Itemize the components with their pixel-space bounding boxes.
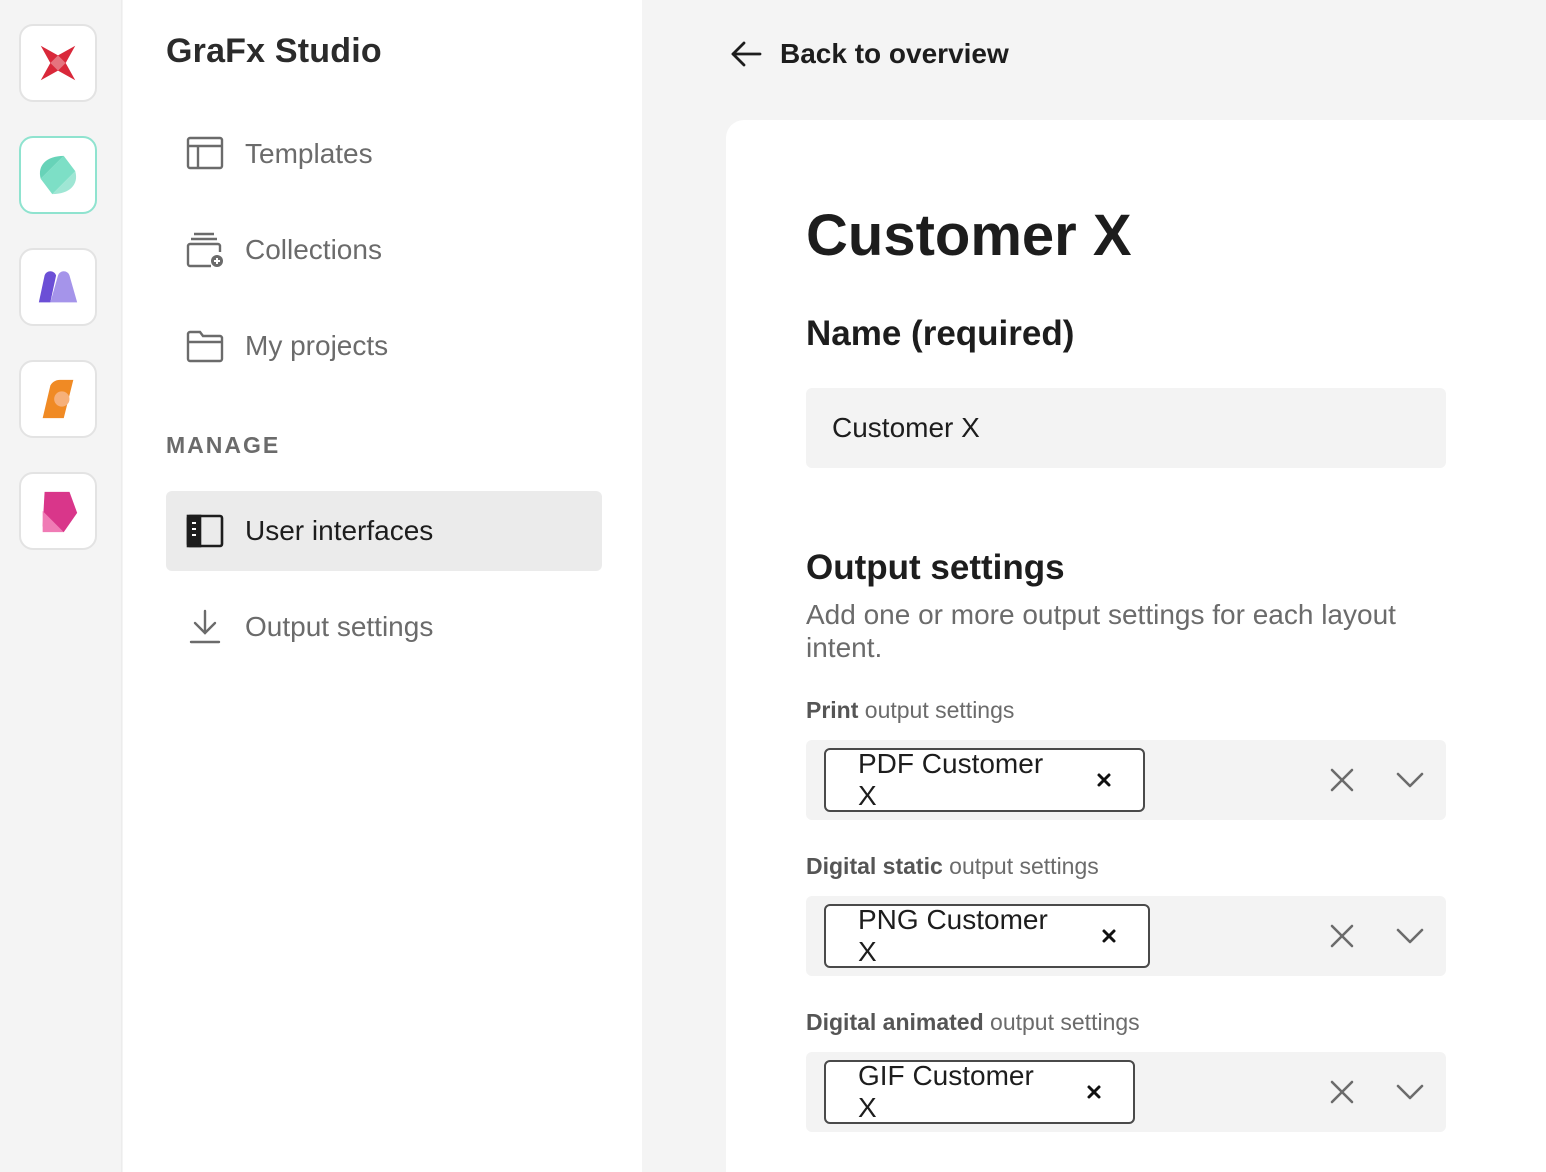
chip-label: PNG Customer X [858, 904, 1048, 967]
arrow-left-icon [731, 41, 762, 67]
back-label: Back to overview [780, 38, 1009, 69]
sidebar-item-collections[interactable]: Collections [166, 210, 602, 290]
chili-star-icon [40, 45, 76, 81]
app-switch-chili[interactable] [19, 24, 97, 102]
user-interface-icon [185, 511, 225, 551]
chevron-down-icon[interactable] [1392, 762, 1428, 798]
sidebar-item-output-settings[interactable]: Output settings [166, 587, 602, 667]
sidebar-item-label: User interfaces [245, 515, 434, 546]
purple-app-icon [38, 271, 78, 303]
output-settings-description: Add one or more output settings for each… [806, 599, 1396, 663]
pink-app-icon [42, 491, 78, 533]
label-bold: Print [806, 697, 859, 723]
digital-static-field-label: Digital static output settings [806, 853, 1099, 880]
back-to-overview-link[interactable]: Back to overview [728, 36, 1009, 72]
output-settings-heading: Output settings [806, 548, 1065, 587]
sidebar-item-label: Output settings [245, 611, 434, 642]
label-rest: output settings [942, 853, 1099, 879]
detail-card: Customer X Name (required) Output settin… [726, 120, 1546, 1172]
app-switch-grafx-studio[interactable] [19, 136, 97, 214]
sidebar-item-my-projects[interactable]: My projects [166, 306, 602, 386]
selected-chip: PNG Customer X [824, 904, 1150, 968]
selected-chip: GIF Customer X [824, 1060, 1135, 1124]
clear-icon[interactable] [1324, 1074, 1360, 1110]
digital-animated-output-select[interactable]: GIF Customer X [806, 1052, 1446, 1132]
page-title: Customer X [806, 203, 1132, 268]
clear-icon[interactable] [1324, 762, 1360, 798]
chip-remove-icon[interactable] [1096, 771, 1113, 789]
sidebar-item-templates[interactable]: Templates [166, 114, 602, 194]
print-field-label: Print output settings [806, 697, 1014, 724]
manage-heading: MANAGE [166, 432, 281, 458]
app-rail [0, 0, 122, 1172]
chip-remove-icon[interactable] [1100, 927, 1118, 945]
name-input[interactable] [806, 388, 1446, 468]
digital-static-output-select[interactable]: PNG Customer X [806, 896, 1446, 976]
app-switch-orange[interactable] [19, 360, 97, 438]
selected-chip: PDF Customer X [824, 748, 1145, 812]
label-bold: Digital animated [806, 1009, 984, 1035]
sidebar-item-label: My projects [245, 330, 389, 361]
label-bold: Digital static [806, 853, 943, 879]
label-rest: output settings [983, 1009, 1140, 1035]
grafx-studio-icon [39, 155, 77, 195]
app-switch-pink[interactable] [19, 472, 97, 550]
orange-app-icon [42, 379, 74, 419]
templates-icon [185, 134, 225, 174]
chevron-down-icon[interactable] [1392, 1074, 1428, 1110]
collections-icon [185, 230, 225, 270]
chevron-down-icon[interactable] [1392, 918, 1428, 954]
app-switch-purple[interactable] [19, 248, 97, 326]
sidebar-item-label: Collections [245, 234, 382, 265]
sidebar-item-user-interfaces[interactable]: User interfaces [166, 491, 602, 571]
clear-icon[interactable] [1324, 918, 1360, 954]
label-rest: output settings [858, 697, 1015, 723]
sidebar-item-label: Templates [245, 138, 373, 169]
print-output-select[interactable]: PDF Customer X [806, 740, 1446, 820]
digital-animated-field-label: Digital animated output settings [806, 1009, 1140, 1036]
sidebar: GraFx Studio Templates Collections My pr… [123, 0, 642, 1172]
folder-icon [185, 326, 225, 366]
name-heading: Name (required) [806, 314, 1075, 353]
chip-label: PDF Customer X [858, 748, 1044, 811]
download-icon [185, 607, 225, 647]
chip-remove-icon[interactable] [1086, 1083, 1103, 1101]
brand-title: GraFx Studio [166, 32, 382, 70]
chip-label: GIF Customer X [858, 1060, 1034, 1123]
